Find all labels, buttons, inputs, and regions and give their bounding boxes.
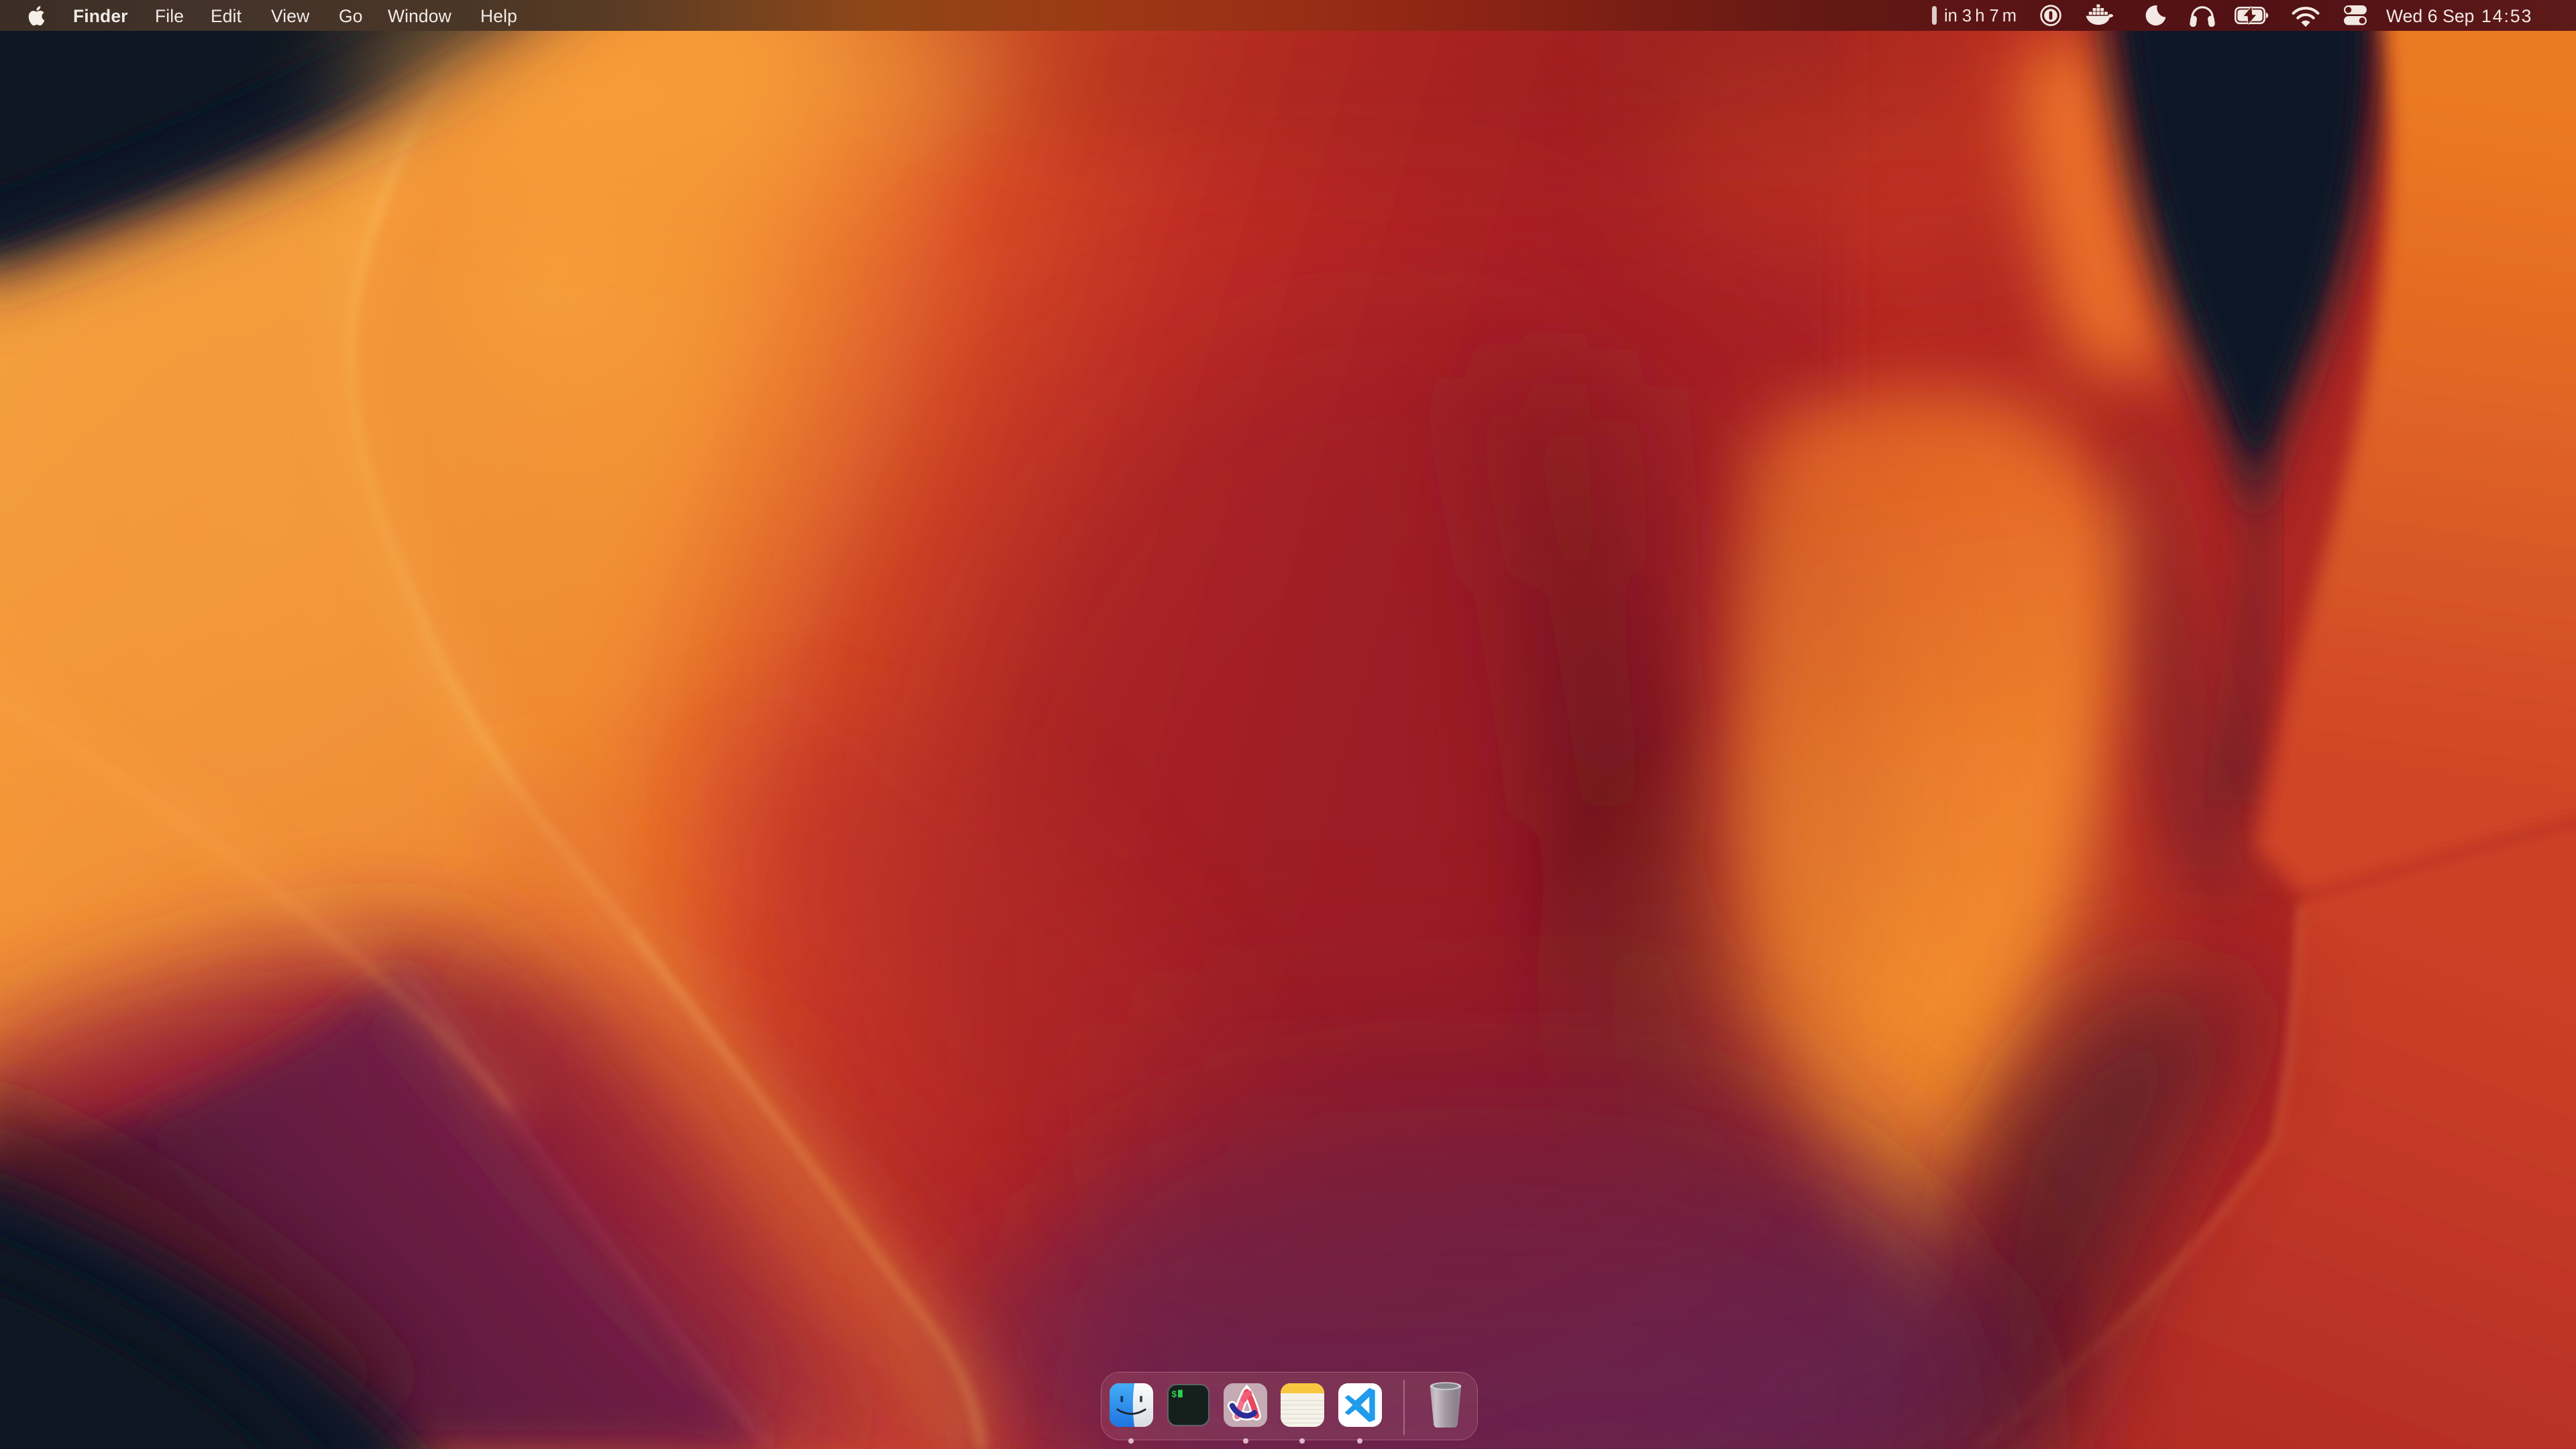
svg-text:$: $ <box>1171 1391 1177 1401</box>
